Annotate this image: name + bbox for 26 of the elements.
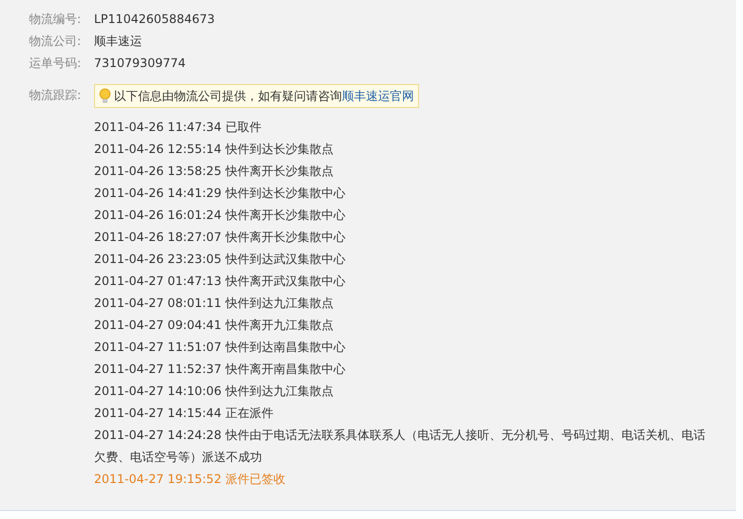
- tracking-event: 2011-04-27 09:04:41 快件离开九江集散点: [94, 317, 334, 334]
- field-label: 物流跟踪:: [28, 87, 82, 104]
- tracking-event: 2011-04-26 23:23:05 快件到达武汉集散中心: [94, 251, 346, 268]
- notice-text: 以下信息由物流公司提供，如有疑问请咨询顺丰速运官网: [114, 88, 414, 105]
- website-link[interactable]: 顺丰速运官网: [342, 89, 414, 103]
- tracking-event: 2011-04-26 18:27:07 快件离开长沙集散中心: [94, 229, 346, 246]
- field-label: 运单号码:: [28, 55, 82, 72]
- tracking-event: 2011-04-27 01:47:13 快件离开武汉集散中心: [94, 273, 346, 290]
- tracking-event: 2011-04-26 13:58:25 快件离开长沙集散点: [94, 163, 334, 180]
- tracking-event: 2011-04-26 14:41:29 快件到达长沙集散中心: [94, 185, 346, 202]
- tracking-event: 2011-04-27 11:51:07 快件到达南昌集散中心: [94, 339, 346, 356]
- field-label: 物流公司:: [28, 33, 82, 50]
- tracking-event: 2011-04-26 16:01:24 快件离开长沙集散中心: [94, 207, 346, 224]
- field-value: LP11042605884673: [94, 11, 215, 28]
- tracking-event: 2011-04-26 11:47:34 已取件: [94, 119, 262, 136]
- field-value: 顺丰速运: [94, 33, 142, 50]
- lightbulb-icon: [99, 88, 111, 104]
- tracking-event: 2011-04-27 14:24:28 快件由于电话无法联系具体联系人（电话无人接听、无分机号、号码过期、电话关机、电话欠费、电话空号等）派送不成功: [94, 427, 706, 466]
- tracking-event: 2011-04-27 14:10:06 快件到达九江集散点: [94, 383, 334, 400]
- field-value: 731079309774: [94, 55, 186, 72]
- tracking-event: 2011-04-27 08:01:11 快件到达九江集散点: [94, 295, 334, 312]
- tracking-event: 2011-04-27 11:52:37 快件离开南昌集散中心: [94, 361, 346, 378]
- tracking-event: 2011-04-27 19:15:52 派件已签收: [94, 471, 286, 488]
- field-label: 物流编号:: [28, 11, 82, 28]
- tracking-event: 2011-04-26 12:55:14 快件到达长沙集散点: [94, 141, 334, 158]
- tracking-event: 2011-04-27 14:15:44 正在派件: [94, 405, 274, 422]
